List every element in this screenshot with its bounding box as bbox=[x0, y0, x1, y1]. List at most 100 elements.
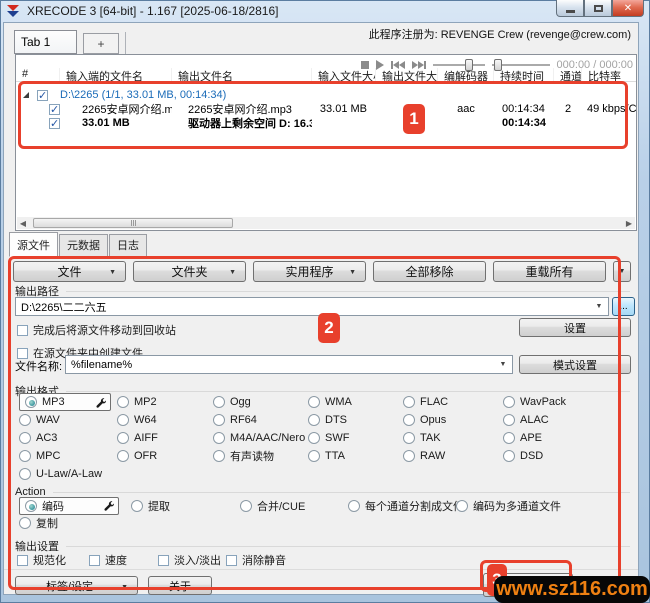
fade-checkbox-row[interactable]: 淡入/淡出 bbox=[158, 552, 226, 568]
format-mp2-radio[interactable]: MP2 bbox=[117, 396, 213, 408]
output-path-combo[interactable]: D:\2265\二二六五 ▼ bbox=[15, 297, 609, 316]
settings-button[interactable]: 设置 bbox=[519, 318, 631, 337]
normalize-checkbox-row[interactable]: 规范化 bbox=[17, 552, 89, 568]
format-swf-radio[interactable]: SWF bbox=[308, 432, 403, 444]
filename-pattern-value: %filename% bbox=[71, 358, 133, 371]
wrench-icon[interactable] bbox=[95, 397, 106, 408]
column-header[interactable]: # bbox=[16, 68, 60, 81]
format-label: M4A/AAC/Nero bbox=[230, 432, 306, 444]
pattern-settings-button[interactable]: 模式设置 bbox=[519, 355, 631, 374]
format-rf64-radio[interactable]: RF64 bbox=[213, 414, 308, 426]
format-audiobook-radio[interactable]: 有声读物 bbox=[213, 448, 308, 464]
file-list-panel: 000:00 / 000:00 # 输入端的文件名 输出文件名 输入文件大小 输… bbox=[15, 54, 637, 231]
tab-metadata[interactable]: 元数据 bbox=[59, 234, 108, 257]
column-header[interactable]: 输入文件大小 bbox=[312, 68, 376, 81]
fade-checkbox[interactable] bbox=[158, 554, 169, 566]
wrench-icon[interactable] bbox=[103, 500, 114, 511]
speed-checkbox[interactable] bbox=[89, 554, 100, 566]
format-ulaw-radio[interactable]: U-Law/A-Law bbox=[19, 468, 117, 480]
tab-source-files[interactable]: 源文件 bbox=[9, 232, 58, 257]
combo-arrow-icon[interactable]: ▼ bbox=[495, 357, 511, 372]
horizontal-scrollbar[interactable]: ◀ ▶ bbox=[17, 217, 635, 229]
filename-pattern-combo[interactable]: %filename% ▼ bbox=[65, 355, 513, 374]
maximize-button[interactable] bbox=[584, 0, 612, 17]
action-multichannel-radio[interactable]: 编码为多通道文件 bbox=[456, 498, 632, 514]
codec: aac bbox=[457, 103, 475, 115]
format-wma-radio[interactable]: WMA bbox=[308, 396, 403, 408]
format-raw-radio[interactable]: RAW bbox=[403, 450, 503, 462]
expand-icon[interactable] bbox=[23, 92, 29, 98]
format-label: Opus bbox=[420, 414, 447, 426]
action-extract-radio[interactable]: 提取 bbox=[131, 498, 240, 514]
action-split-channels-radio[interactable]: 每个通道分割成文件 bbox=[348, 498, 464, 514]
format-aiff-radio[interactable]: AIFF bbox=[117, 432, 213, 444]
tab-log[interactable]: 日志 bbox=[109, 234, 147, 257]
format-ape-radio[interactable]: APE bbox=[503, 432, 632, 444]
utilities-button[interactable]: 实用程序 bbox=[253, 261, 366, 282]
column-header[interactable]: 输出文件名 bbox=[172, 68, 312, 81]
tab-1-label: Tab 1 bbox=[21, 35, 51, 49]
format-dts-radio[interactable]: DTS bbox=[308, 414, 403, 426]
column-header[interactable]: 编解码器 bbox=[438, 68, 494, 81]
format-label: RF64 bbox=[230, 414, 257, 426]
create-in-source-checkbox[interactable] bbox=[17, 347, 28, 359]
main-button-bar: 文件 文件夹 实用程序 全部移除 重载所有 ▼ bbox=[13, 261, 636, 282]
format-m4a-radio[interactable]: M4A/AAC/Nero bbox=[213, 432, 308, 444]
normalize-checkbox[interactable] bbox=[17, 554, 28, 566]
group-checkbox[interactable] bbox=[37, 89, 48, 102]
format-ofr-radio[interactable]: OFR bbox=[117, 450, 213, 462]
format-w64-radio[interactable]: W64 bbox=[117, 414, 213, 426]
speed-checkbox-row[interactable]: 速度 bbox=[89, 552, 158, 568]
add-tab-button[interactable]: + bbox=[83, 33, 119, 54]
more-dropdown-button[interactable]: ▼ bbox=[613, 261, 631, 282]
row-checkbox[interactable] bbox=[49, 103, 60, 115]
files-button[interactable]: 文件 bbox=[13, 261, 126, 282]
column-header[interactable]: 通道 bbox=[554, 68, 582, 81]
format-wav-radio[interactable]: WAV bbox=[19, 414, 117, 426]
table-row[interactable]: 2265安卓网介绍.mp4 2265安卓网介绍.mp3 33.01 MB aac… bbox=[16, 102, 636, 116]
scrollbar-thumb[interactable] bbox=[33, 218, 233, 228]
scroll-left-arrow[interactable]: ◀ bbox=[17, 217, 29, 229]
tags-settings-button[interactable]: 标签/设定 bbox=[15, 576, 138, 595]
view-tabs: 源文件 元数据 日志 bbox=[4, 232, 148, 257]
about-button[interactable]: 关于 bbox=[148, 576, 212, 595]
move-to-recycle-row[interactable]: 完成后将源文件移动到回收站 bbox=[17, 322, 176, 338]
folder-button-label: 文件夹 bbox=[171, 265, 208, 279]
format-tta-radio[interactable]: TTA bbox=[308, 450, 403, 462]
group-row[interactable]: D:\2265 (1/1, 33.01 MB, 00:14:34) bbox=[16, 88, 636, 102]
browse-button[interactable]: ... bbox=[612, 297, 635, 316]
close-button[interactable]: ✕ bbox=[612, 0, 644, 17]
format-tak-radio[interactable]: TAK bbox=[403, 432, 503, 444]
combo-arrow-icon[interactable]: ▼ bbox=[591, 299, 607, 314]
format-ac3-radio[interactable]: AC3 bbox=[19, 432, 117, 444]
move-to-recycle-checkbox[interactable] bbox=[17, 324, 28, 336]
column-header[interactable]: 比特率 bbox=[582, 68, 636, 81]
format-opus-radio[interactable]: Opus bbox=[403, 414, 503, 426]
column-header[interactable]: 输入端的文件名 bbox=[60, 68, 172, 81]
minimize-button[interactable] bbox=[556, 0, 584, 17]
minimize-icon bbox=[565, 9, 575, 13]
row-checkbox[interactable] bbox=[49, 117, 60, 129]
remove-silence-checkbox-row[interactable]: 消除静音 bbox=[226, 552, 286, 568]
reload-all-button[interactable]: 重载所有 bbox=[493, 261, 606, 282]
format-alac-radio[interactable]: ALAC bbox=[503, 414, 632, 426]
folder-button[interactable]: 文件夹 bbox=[133, 261, 246, 282]
remove-silence-checkbox[interactable] bbox=[226, 554, 237, 566]
format-wavpack-radio[interactable]: WavPack bbox=[503, 396, 632, 408]
remove-all-button[interactable]: 全部移除 bbox=[373, 261, 486, 282]
tab-1[interactable]: Tab 1 bbox=[14, 30, 77, 54]
action-copy-radio[interactable]: 复制 bbox=[19, 515, 131, 531]
format-flac-radio[interactable]: FLAC bbox=[403, 396, 503, 408]
format-mpc-radio[interactable]: MPC bbox=[19, 450, 117, 462]
format-dsd-radio[interactable]: DSD bbox=[503, 450, 632, 462]
column-header[interactable]: 持续时间 bbox=[494, 68, 554, 81]
column-header[interactable]: 输出文件大小 bbox=[376, 68, 438, 81]
checkbox-label: 淡入/淡出 bbox=[174, 555, 222, 567]
table-row[interactable]: 33.01 MB 驱动器上剩余空间 D: 16.34 GB 00:14:34 bbox=[16, 116, 636, 130]
format-ogg-radio[interactable]: Ogg bbox=[213, 396, 308, 408]
scroll-right-arrow[interactable]: ▶ bbox=[623, 217, 635, 229]
action-encode-radio[interactable]: 编码 bbox=[19, 496, 131, 515]
action-merge-cue-radio[interactable]: 合并/CUE bbox=[240, 498, 348, 514]
format-mp3-radio[interactable]: MP3 bbox=[19, 393, 117, 411]
format-label: OFR bbox=[134, 450, 158, 462]
